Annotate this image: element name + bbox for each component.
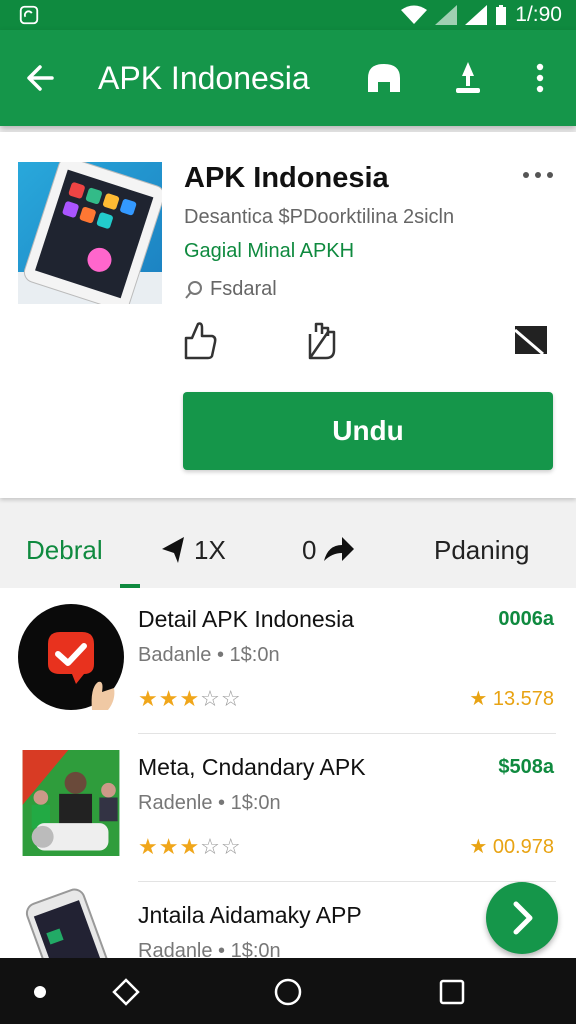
- list-item-title: Detail APK Indonesia: [138, 606, 355, 632]
- star-rating: ★★★☆☆: [138, 686, 242, 712]
- install-button[interactable]: Undu: [183, 392, 553, 470]
- recents-nav-icon[interactable]: [438, 978, 466, 1006]
- list-item-subtitle: Badanle • 1$:0n: [138, 644, 280, 666]
- back-arrow-icon[interactable]: [22, 58, 62, 98]
- home-nav-icon[interactable]: [274, 978, 302, 1006]
- chevron-right-icon: [513, 901, 533, 935]
- star-outline-icon: ☆☆: [200, 686, 242, 711]
- list-item-price: $508a: [498, 756, 554, 778]
- list-item-score: ★ 13.578: [469, 688, 554, 710]
- wifi-icon: [401, 5, 428, 24]
- app-icon-poster: [22, 750, 120, 856]
- list-item-title: Meta, Cndandary APK: [138, 754, 366, 780]
- cast-icon[interactable]: [512, 320, 550, 360]
- tab-debral[interactable]: Debral: [26, 534, 103, 566]
- app-subtitle: Desantica $PDoorktilina 2sicln: [184, 206, 455, 228]
- tab-pin[interactable]: 1X: [160, 534, 226, 566]
- status-bar: 1/:90: [0, 0, 576, 30]
- tab-pdaning[interactable]: Pdaning: [434, 534, 529, 566]
- share-icon: [324, 537, 355, 561]
- next-fab-button[interactable]: [486, 882, 558, 954]
- star-icon: ★★★: [138, 686, 201, 711]
- list-item-score: ★ 00.978: [469, 836, 554, 858]
- app-name: APK Indonesia: [184, 162, 389, 194]
- list-item-price: 0006a: [498, 608, 554, 630]
- divider: [138, 733, 556, 734]
- app-icon-phone: [25, 888, 116, 958]
- screen-rotate-icon: [19, 5, 39, 25]
- tab-share[interactable]: 0: [302, 534, 356, 566]
- star-icon: ★★★: [138, 834, 201, 859]
- more-options-icon[interactable]: [522, 168, 554, 182]
- tab-pin-label: 1X: [194, 534, 226, 565]
- app-icon-check: [18, 604, 124, 710]
- tab-share-label: 0: [302, 534, 317, 565]
- store-icon[interactable]: [364, 58, 404, 98]
- search-icon: [185, 280, 202, 299]
- list-item-subtitle: Radenle • 1$:0n: [138, 792, 281, 814]
- list-item-subtitle: Radanle • 1$:0n: [138, 940, 281, 958]
- list-item[interactable]: Meta, Cndandary APK Radenle • 1$:0n ★★★☆…: [0, 736, 576, 884]
- app-tag: Fsdaral: [184, 278, 277, 301]
- navigation-bar: [0, 958, 576, 1024]
- clock: 1/:90: [515, 3, 562, 26]
- back-nav-icon[interactable]: [112, 978, 140, 1006]
- app-thumbnail: [18, 162, 162, 304]
- app-tag-label: Fsdaral: [210, 278, 277, 300]
- app-bar-title: APK Indonesia: [98, 60, 310, 96]
- app-bar: APK Indonesia: [0, 30, 576, 126]
- dot-icon[interactable]: [26, 978, 54, 1006]
- tab-debral-label: Debral: [26, 534, 103, 565]
- hand-icon[interactable]: [302, 320, 340, 360]
- list-item[interactable]: Detail APK Indonesia Badanle • 1$:0n ★★★…: [0, 588, 576, 736]
- list-item-title: Jntaila Aidamaky APP: [138, 902, 362, 928]
- tab-bar: Debral 1X 0 Pdaning: [0, 508, 576, 588]
- star-rating: ★★★☆☆: [138, 834, 242, 860]
- star-outline-icon: ☆☆: [200, 834, 242, 859]
- tab-pdaning-label: Pdaning: [434, 534, 530, 565]
- signal-icon: [435, 5, 458, 25]
- app-developer[interactable]: Gagial Minal APKH: [184, 240, 354, 263]
- overflow-menu-icon[interactable]: [520, 58, 560, 98]
- upload-icon[interactable]: [448, 58, 488, 98]
- app-detail-card: APK Indonesia Desantica $PDoorktilina 2s…: [0, 132, 576, 498]
- pin-icon: [162, 537, 184, 563]
- signal-icon-2: [465, 5, 488, 25]
- battery-icon: [496, 5, 507, 25]
- thumbs-up-icon[interactable]: [180, 320, 218, 360]
